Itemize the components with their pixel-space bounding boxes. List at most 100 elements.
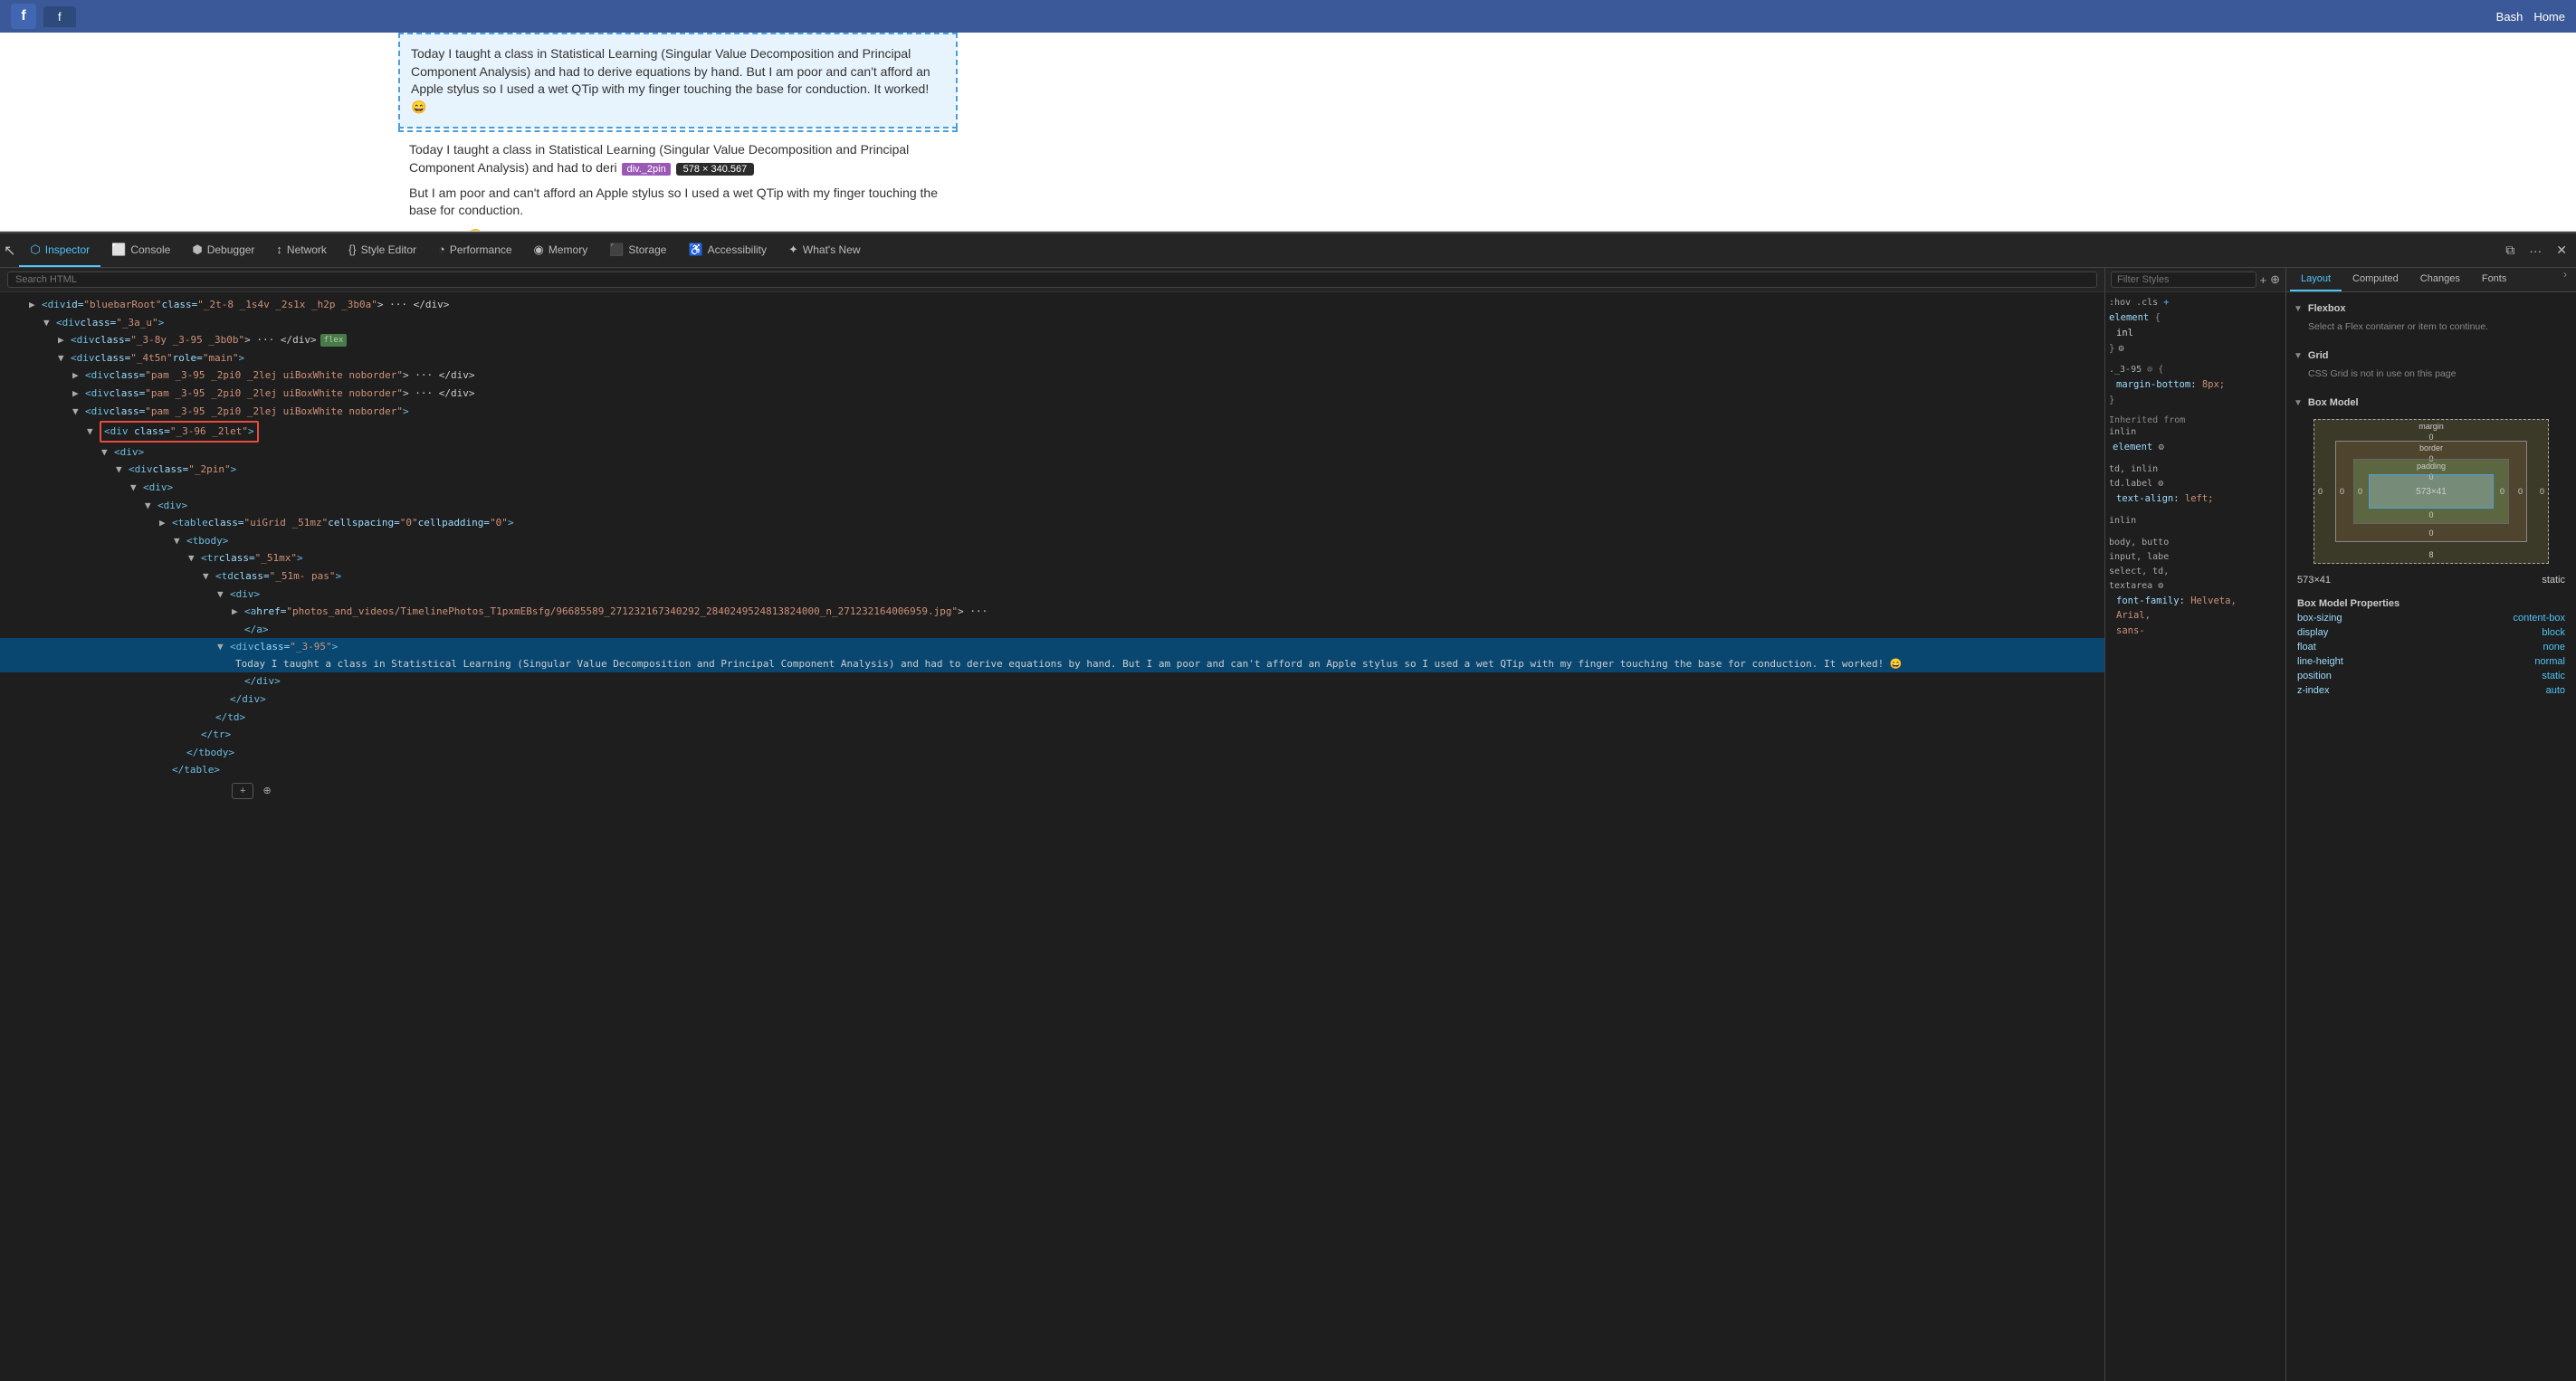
box-model-arrow: ▼ — [2294, 398, 2303, 408]
panel-chevron[interactable]: › — [2558, 268, 2572, 291]
padding-right-val[interactable]: 0 — [2500, 487, 2504, 496]
element-size: 573×41 — [2297, 575, 2331, 586]
css-rule: td, inlin td.label ⚙ text-align: left; — [2109, 462, 2282, 507]
filter-options-btn[interactable]: + — [2260, 273, 2267, 287]
tab-console[interactable]: ⬜ Console — [100, 233, 181, 267]
search-input[interactable] — [7, 271, 2097, 288]
responsive-design-btn[interactable]: ⧉ — [2500, 239, 2520, 262]
tab-computed[interactable]: Computed — [2342, 268, 2409, 291]
tree-line: </table> — [0, 761, 2104, 779]
expand-arrow[interactable]: ▼ — [58, 350, 71, 367]
more-tools-btn[interactable]: ··· — [2524, 240, 2547, 262]
right-panel: Layout Computed Changes Fonts › ▼ Flexbo… — [2286, 268, 2576, 1381]
tab-inspector[interactable]: ⬡ Inspector — [19, 233, 100, 267]
expand-arrow[interactable]: ▼ — [203, 568, 215, 585]
bm-prop-row: float none — [2294, 640, 2569, 654]
network-icon: ↕ — [276, 243, 282, 256]
settings-icon[interactable]: ⚙ — [2118, 341, 2123, 357]
tree-line-selected[interactable]: ▼ <div class="_3-95"> — [0, 638, 2104, 656]
expand-arrow[interactable]: ▼ — [43, 315, 56, 331]
fb-icon: f — [11, 4, 36, 29]
tab-accessibility[interactable]: ♿ Accessibility — [677, 233, 778, 267]
accessibility-icon: ♿ — [688, 243, 702, 257]
tab-memory[interactable]: ◉ Memory — [523, 233, 599, 267]
grid-header[interactable]: ▼ Grid — [2294, 347, 2569, 365]
bm-prop-val: auto — [2546, 685, 2565, 696]
expand-arrow[interactable]: ▶ — [72, 367, 85, 384]
border-right-val[interactable]: 0 — [2518, 487, 2523, 496]
home-link[interactable]: Home — [2533, 10, 2565, 24]
settings-icon3[interactable]: ⚙ — [2158, 479, 2163, 489]
expand-arrow[interactable]: ▶ — [58, 332, 71, 348]
inspect-btn[interactable]: ⊕ — [2270, 272, 2280, 287]
tab-changes[interactable]: Changes — [2409, 268, 2471, 291]
cursor-icon[interactable]: ↖ — [4, 242, 15, 260]
expand-arrow[interactable]: ▼ — [188, 550, 201, 567]
expand-arrow[interactable]: ▼ — [72, 404, 85, 420]
expand-arrow[interactable]: ▼ — [87, 424, 100, 440]
fb-post-container: Today I taught a class in Statistical Le… — [398, 33, 958, 232]
pick-element-btn[interactable]: ⊕ — [257, 783, 276, 798]
tree-line: ▶ <div id="bluebarRoot" class="_2t-8 _1s… — [0, 296, 2104, 314]
tab-fonts[interactable]: Fonts — [2471, 268, 2518, 291]
tab-network[interactable]: ↕ Network — [265, 233, 338, 267]
border-left-val[interactable]: 0 — [2340, 487, 2344, 496]
settings-icon4[interactable]: ⚙ — [2158, 581, 2163, 591]
size-info: 573×41 static — [2294, 571, 2569, 589]
add-node-btn[interactable]: + — [232, 783, 253, 799]
html-search-bar — [0, 268, 2104, 292]
expand-arrow[interactable]: ▶ — [159, 515, 172, 531]
tab-storage[interactable]: ⬛ Storage — [598, 233, 677, 267]
border-bottom-val[interactable]: 0 — [2428, 529, 2433, 538]
expand-arrow[interactable]: ▶ — [232, 604, 244, 620]
expand-arrow[interactable]: ▼ — [130, 480, 143, 496]
expand-arrow[interactable]: ▼ — [116, 462, 129, 478]
tree-line: ▼ <div class="_2pin"> — [0, 461, 2104, 479]
border-label: border — [2419, 443, 2443, 452]
expand-arrow[interactable]: ▼ — [174, 533, 186, 549]
flexbox-label: Flexbox — [2308, 303, 2346, 314]
tab-whats-new[interactable]: ✦ What's New — [778, 233, 872, 267]
box-model-header[interactable]: ▼ Box Model — [2294, 394, 2569, 412]
expand-arrow[interactable]: ▼ — [217, 639, 230, 655]
tree-line: ▼ <div> — [0, 497, 2104, 515]
tree-line: ▶ <div class="_3-8y _3-95 _3b0b"> ··· </… — [0, 331, 2104, 349]
box-model-diagram: margin 0 8 0 0 border 0 0 0 — [2314, 419, 2549, 564]
tab-debugger[interactable]: ⬢ Debugger — [181, 233, 265, 267]
tree-line: ▼ <tbody> — [0, 532, 2104, 550]
expand-arrow[interactable]: ▼ — [217, 586, 230, 603]
webpage-area: Today I taught a class in Statistical Le… — [0, 33, 2576, 232]
css-inherited-section: Inherited from — [2109, 415, 2282, 425]
html-tree: ▶ <div id="bluebarRoot" class="_2t-8 _1s… — [0, 292, 2104, 1381]
margin-bottom-val[interactable]: 8 — [2428, 550, 2433, 559]
bm-prop-name: line-height — [2297, 656, 2343, 667]
close-devtools-btn[interactable]: ✕ — [2551, 239, 2572, 262]
css-rule: inlin — [2109, 514, 2282, 529]
padding-left-val[interactable]: 0 — [2358, 487, 2362, 496]
padding-bottom-val[interactable]: 0 — [2428, 510, 2433, 519]
css-filter-input[interactable] — [2111, 271, 2256, 288]
bm-prop-row: position static — [2294, 669, 2569, 683]
bash-link[interactable]: Bash — [2496, 10, 2524, 24]
margin-left-val[interactable]: 0 — [2318, 487, 2323, 496]
tab-performance[interactable]: ◔ Performance — [427, 233, 523, 267]
bm-prop-row: z-index auto — [2294, 683, 2569, 698]
tree-line: ▶ <a href="photos_and_videos/TimelinePho… — [0, 603, 2104, 621]
expand-arrow[interactable]: ▼ — [145, 498, 157, 514]
tab-layout[interactable]: Layout — [2290, 268, 2342, 291]
flexbox-header[interactable]: ▼ Flexbox — [2294, 300, 2569, 318]
add-rule-btn[interactable]: + — [2163, 298, 2169, 308]
expand-arrow[interactable]: ▼ — [101, 444, 114, 461]
margin-right-val[interactable]: 0 — [2540, 487, 2544, 496]
post-body: But I am poor and can't afford an Apple … — [409, 185, 947, 220]
expand-arrow[interactable]: ▶ — [29, 297, 42, 313]
settings-icon2[interactable]: ⚙ — [2159, 442, 2164, 452]
expand-arrow[interactable]: ▶ — [72, 386, 85, 402]
bm-props-label: Box Model Properties — [2294, 595, 2569, 611]
devtools-content: ▶ <div id="bluebarRoot" class="_2t-8 _1s… — [0, 268, 2576, 1381]
box-model-label: Box Model — [2308, 397, 2359, 408]
post-line1: Today I taught a class in Statistical Le… — [409, 141, 947, 176]
tab-style-editor[interactable]: {} Style Editor — [338, 233, 427, 267]
tree-line-highlighted[interactable]: ▼ <div class="_3-96 _2let"> — [0, 420, 2104, 443]
browser-tab[interactable]: f — [43, 6, 76, 27]
